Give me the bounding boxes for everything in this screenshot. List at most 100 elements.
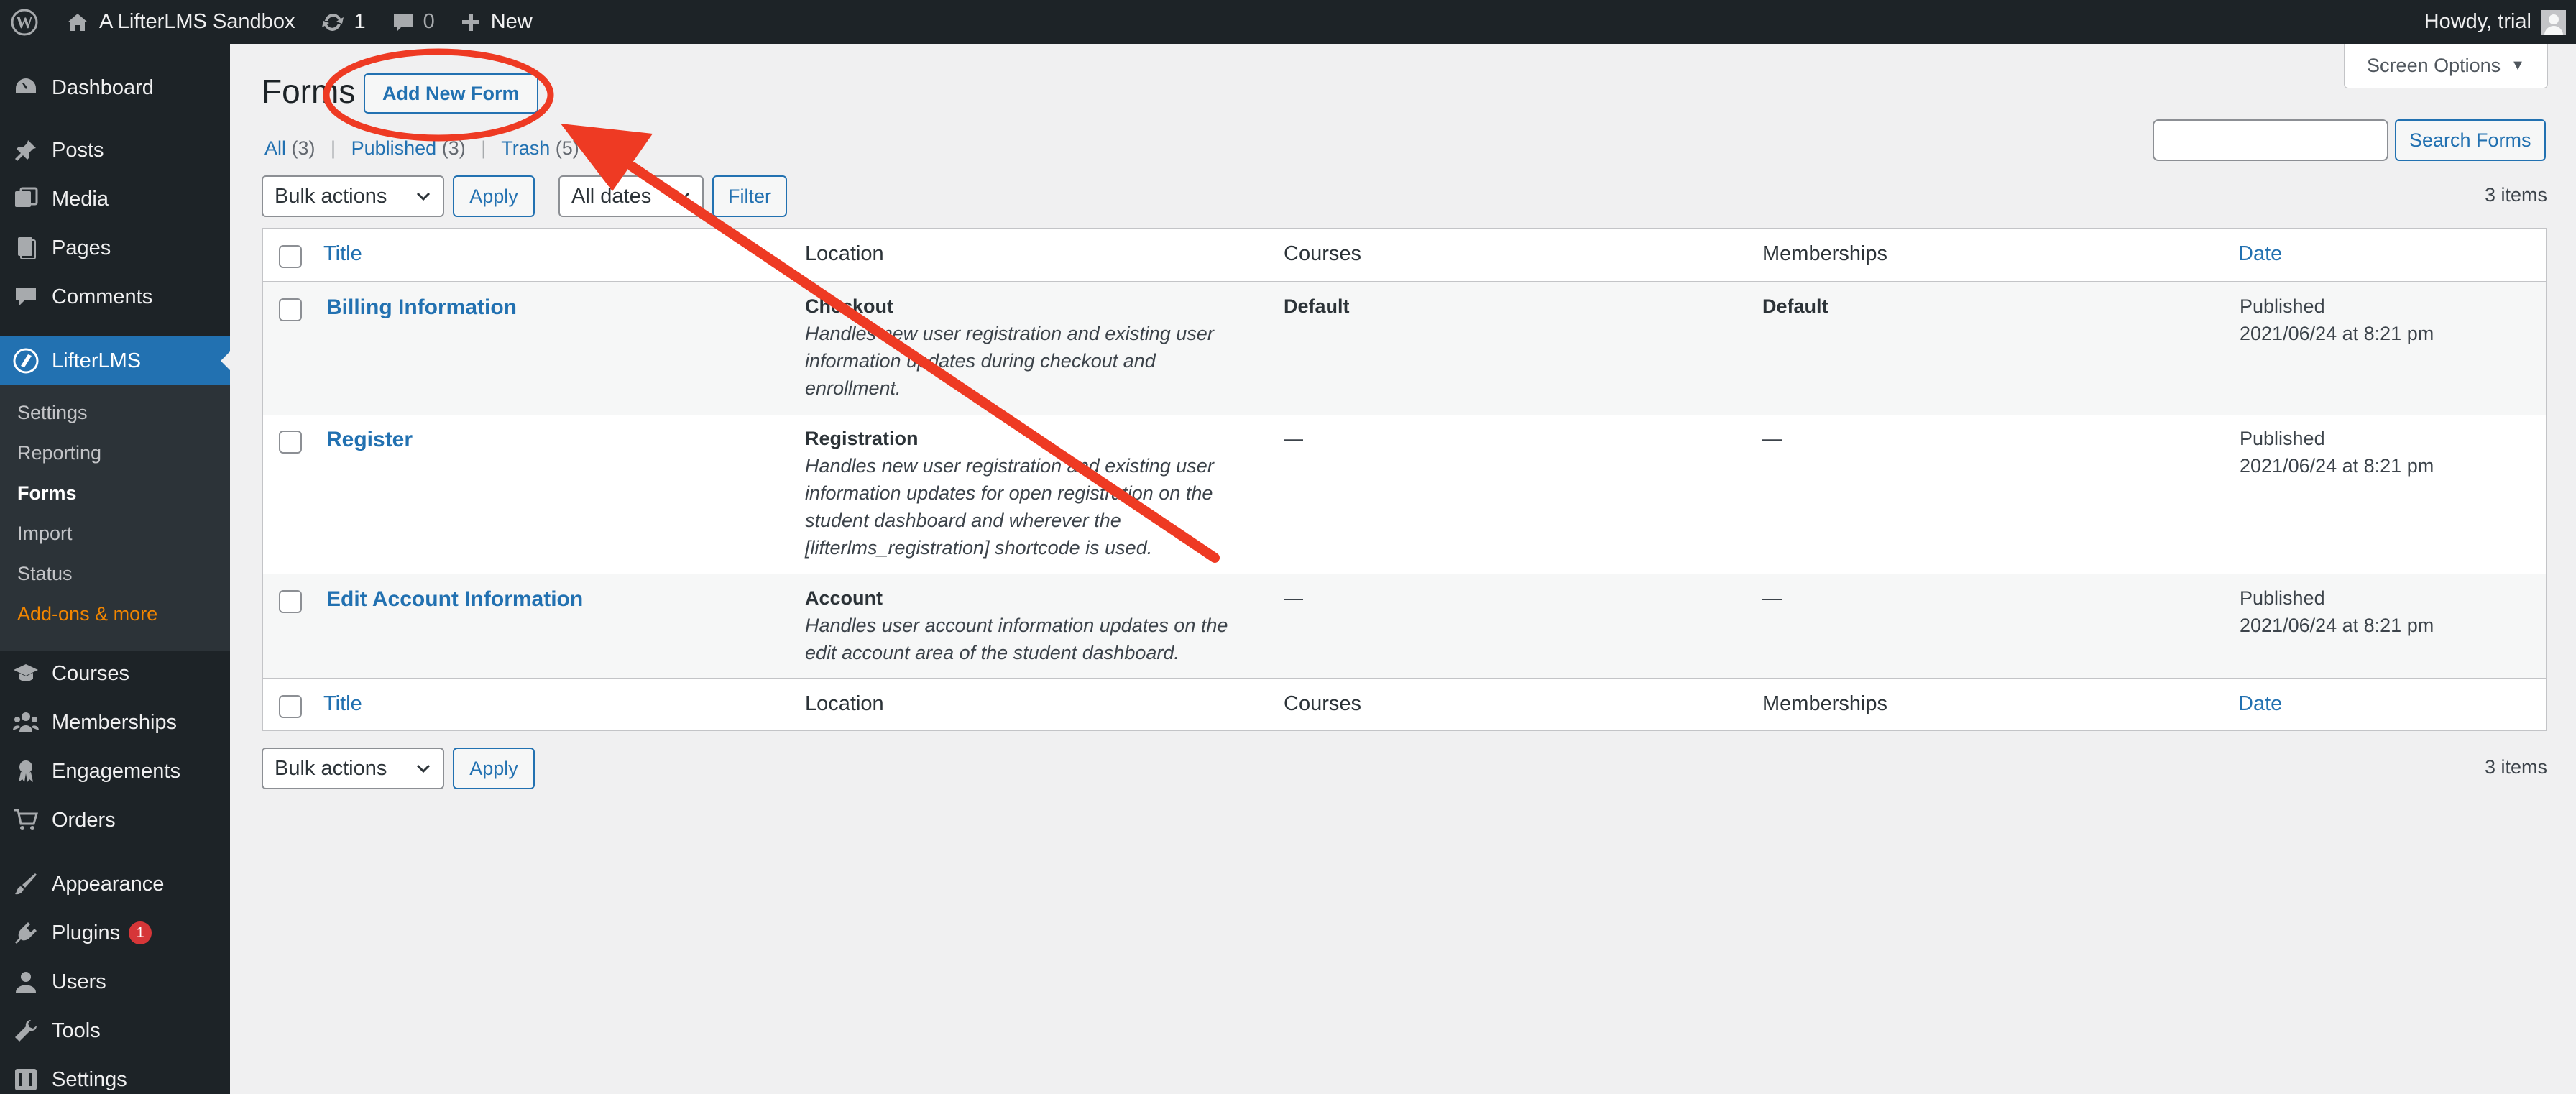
sidebar-item-plugins[interactable]: Plugins 1 <box>0 909 230 957</box>
sidebar-item-appearance[interactable]: Appearance <box>0 860 230 909</box>
sidebar-item-memberships[interactable]: Memberships <box>0 698 230 747</box>
row-title-link[interactable]: Edit Account Information <box>326 586 583 613</box>
separator: | <box>331 137 336 159</box>
row-memberships: Default <box>1762 295 1828 317</box>
column-title-sort[interactable]: Title <box>323 242 362 266</box>
wrench-icon <box>15 1020 37 1042</box>
lifterlms-rocket-icon <box>13 348 39 374</box>
column-title-sort-bottom[interactable]: Title <box>323 692 362 716</box>
sidebar-item-lifterlms[interactable]: LifterLMS <box>0 336 230 385</box>
plugins-update-badge: 1 <box>129 921 152 944</box>
row-date: Published 2021/06/24 at 8:21 pm <box>2240 587 2434 636</box>
forms-table: Title Location Courses Memberships Date … <box>262 228 2547 731</box>
submenu-status[interactable]: Status <box>17 563 73 585</box>
apply-button-top[interactable]: Apply <box>453 175 535 217</box>
refresh-icon <box>322 13 344 31</box>
filter-all-link[interactable]: All <box>264 137 286 159</box>
chevron-down-icon <box>416 192 431 201</box>
row-checkbox[interactable] <box>279 590 302 613</box>
apply-button-bottom[interactable]: Apply <box>453 748 535 789</box>
comments-icon <box>16 288 36 305</box>
pushpin-icon <box>15 140 36 161</box>
media-icon <box>15 187 38 207</box>
site-name: A LifterLMS Sandbox <box>99 10 295 33</box>
sidebar-item-tools[interactable]: Tools <box>0 1006 230 1055</box>
screen-options-button[interactable]: Screen Options ▼ <box>2344 44 2548 88</box>
lifterlms-submenu: Settings Reporting Forms Import Status A… <box>0 385 230 651</box>
site-name-link[interactable]: A LifterLMS Sandbox <box>53 0 308 44</box>
svg-text:W: W <box>16 14 33 32</box>
dates-filter-select[interactable]: All dates <box>558 175 704 217</box>
row-courses: — <box>1284 587 1303 609</box>
sidebar-item-posts[interactable]: Posts <box>0 126 230 175</box>
table-row: Edit Account Information Account Handles… <box>263 574 2546 678</box>
plus-icon <box>461 13 479 31</box>
column-date-sort-bottom[interactable]: Date <box>2238 692 2282 716</box>
new-label: New <box>490 10 533 33</box>
items-count-top: 3 items <box>2484 184 2547 206</box>
search-input[interactable] <box>2153 119 2388 161</box>
row-title-link[interactable]: Billing Information <box>326 294 517 321</box>
bulk-actions-select-bottom[interactable]: Bulk actions <box>262 748 444 789</box>
submenu-addons[interactable]: Add-ons & more <box>17 603 157 625</box>
row-location: Account Handles user account information… <box>805 587 1228 663</box>
page-title: Forms <box>262 73 356 110</box>
column-location-bottom: Location <box>805 692 884 715</box>
row-location: Registration Handles new user registrati… <box>805 428 1214 559</box>
table-row: Billing Information Checkout Handles new… <box>263 282 2546 415</box>
sidebar-item-orders[interactable]: Orders <box>0 796 230 845</box>
sidebar-item-comments[interactable]: Comments <box>0 272 230 321</box>
updates-count: 1 <box>354 10 366 33</box>
filter-published-count: (3) <box>441 137 466 159</box>
filter-trash-link[interactable]: Trash <box>501 137 550 159</box>
admin-bar: W A LifterLMS Sandbox 1 0 New Howdy, tri… <box>0 0 2576 44</box>
row-date: Published 2021/06/24 at 8:21 pm <box>2240 428 2434 477</box>
row-checkbox[interactable] <box>279 298 302 321</box>
sidebar-item-settings[interactable]: Settings <box>0 1055 230 1094</box>
account-menu[interactable]: Howdy, trial <box>2411 0 2576 44</box>
sidebar-item-dashboard[interactable]: Dashboard <box>0 63 230 112</box>
home-icon <box>68 13 88 31</box>
row-memberships: — <box>1762 428 1782 449</box>
new-content-link[interactable]: New <box>448 0 546 44</box>
sidebar-item-courses[interactable]: Courses <box>0 649 230 698</box>
table-header-row: Title Location Courses Memberships Date <box>263 229 2546 282</box>
submenu-forms[interactable]: Forms <box>17 482 77 505</box>
column-courses: Courses <box>1284 242 1361 265</box>
select-all-checkbox-bottom[interactable] <box>279 695 302 718</box>
row-location: Checkout Handles new user registration a… <box>805 295 1214 399</box>
row-date: Published 2021/06/24 at 8:21 pm <box>2240 295 2434 344</box>
sidebar-item-users[interactable]: Users <box>0 957 230 1006</box>
filter-published-link[interactable]: Published <box>351 137 437 159</box>
column-date-sort[interactable]: Date <box>2238 242 2282 266</box>
comments-link[interactable]: 0 <box>379 0 448 44</box>
sidebar-item-media[interactable]: Media <box>0 175 230 224</box>
add-new-form-button[interactable]: Add New Form <box>364 73 538 114</box>
avatar <box>2542 9 2566 35</box>
bulk-actions-select-top[interactable]: Bulk actions <box>262 175 444 217</box>
pages-icon <box>18 237 36 259</box>
wordpress-logo-icon[interactable]: W <box>0 0 53 44</box>
groups-icon <box>13 712 39 732</box>
submenu-reporting[interactable]: Reporting <box>17 442 101 464</box>
updates-link[interactable]: 1 <box>308 0 378 44</box>
row-courses: — <box>1284 428 1303 449</box>
separator: | <box>481 137 487 159</box>
status-filter-links: All (3) | Published (3) | Trash (5) <box>264 137 579 160</box>
filter-all-count: (3) <box>291 137 316 159</box>
howdy-text: Howdy, trial <box>2424 10 2531 33</box>
caret-down-icon: ▼ <box>2511 58 2525 73</box>
chevron-down-icon <box>416 764 431 773</box>
row-checkbox[interactable] <box>279 431 302 454</box>
search-forms-button[interactable]: Search Forms <box>2395 119 2546 161</box>
settings-sliders-icon <box>15 1069 37 1090</box>
row-title-link[interactable]: Register <box>326 426 413 454</box>
column-memberships: Memberships <box>1762 242 1888 265</box>
filter-button[interactable]: Filter <box>712 175 787 217</box>
submenu-import[interactable]: Import <box>17 523 73 545</box>
sidebar-item-pages[interactable]: Pages <box>0 224 230 272</box>
sidebar-item-engagements[interactable]: Engagements <box>0 747 230 796</box>
select-all-checkbox[interactable] <box>279 245 302 268</box>
admin-sidebar: Dashboard Posts Media Pages Comments Lif… <box>0 44 230 1094</box>
submenu-settings[interactable]: Settings <box>17 402 88 424</box>
